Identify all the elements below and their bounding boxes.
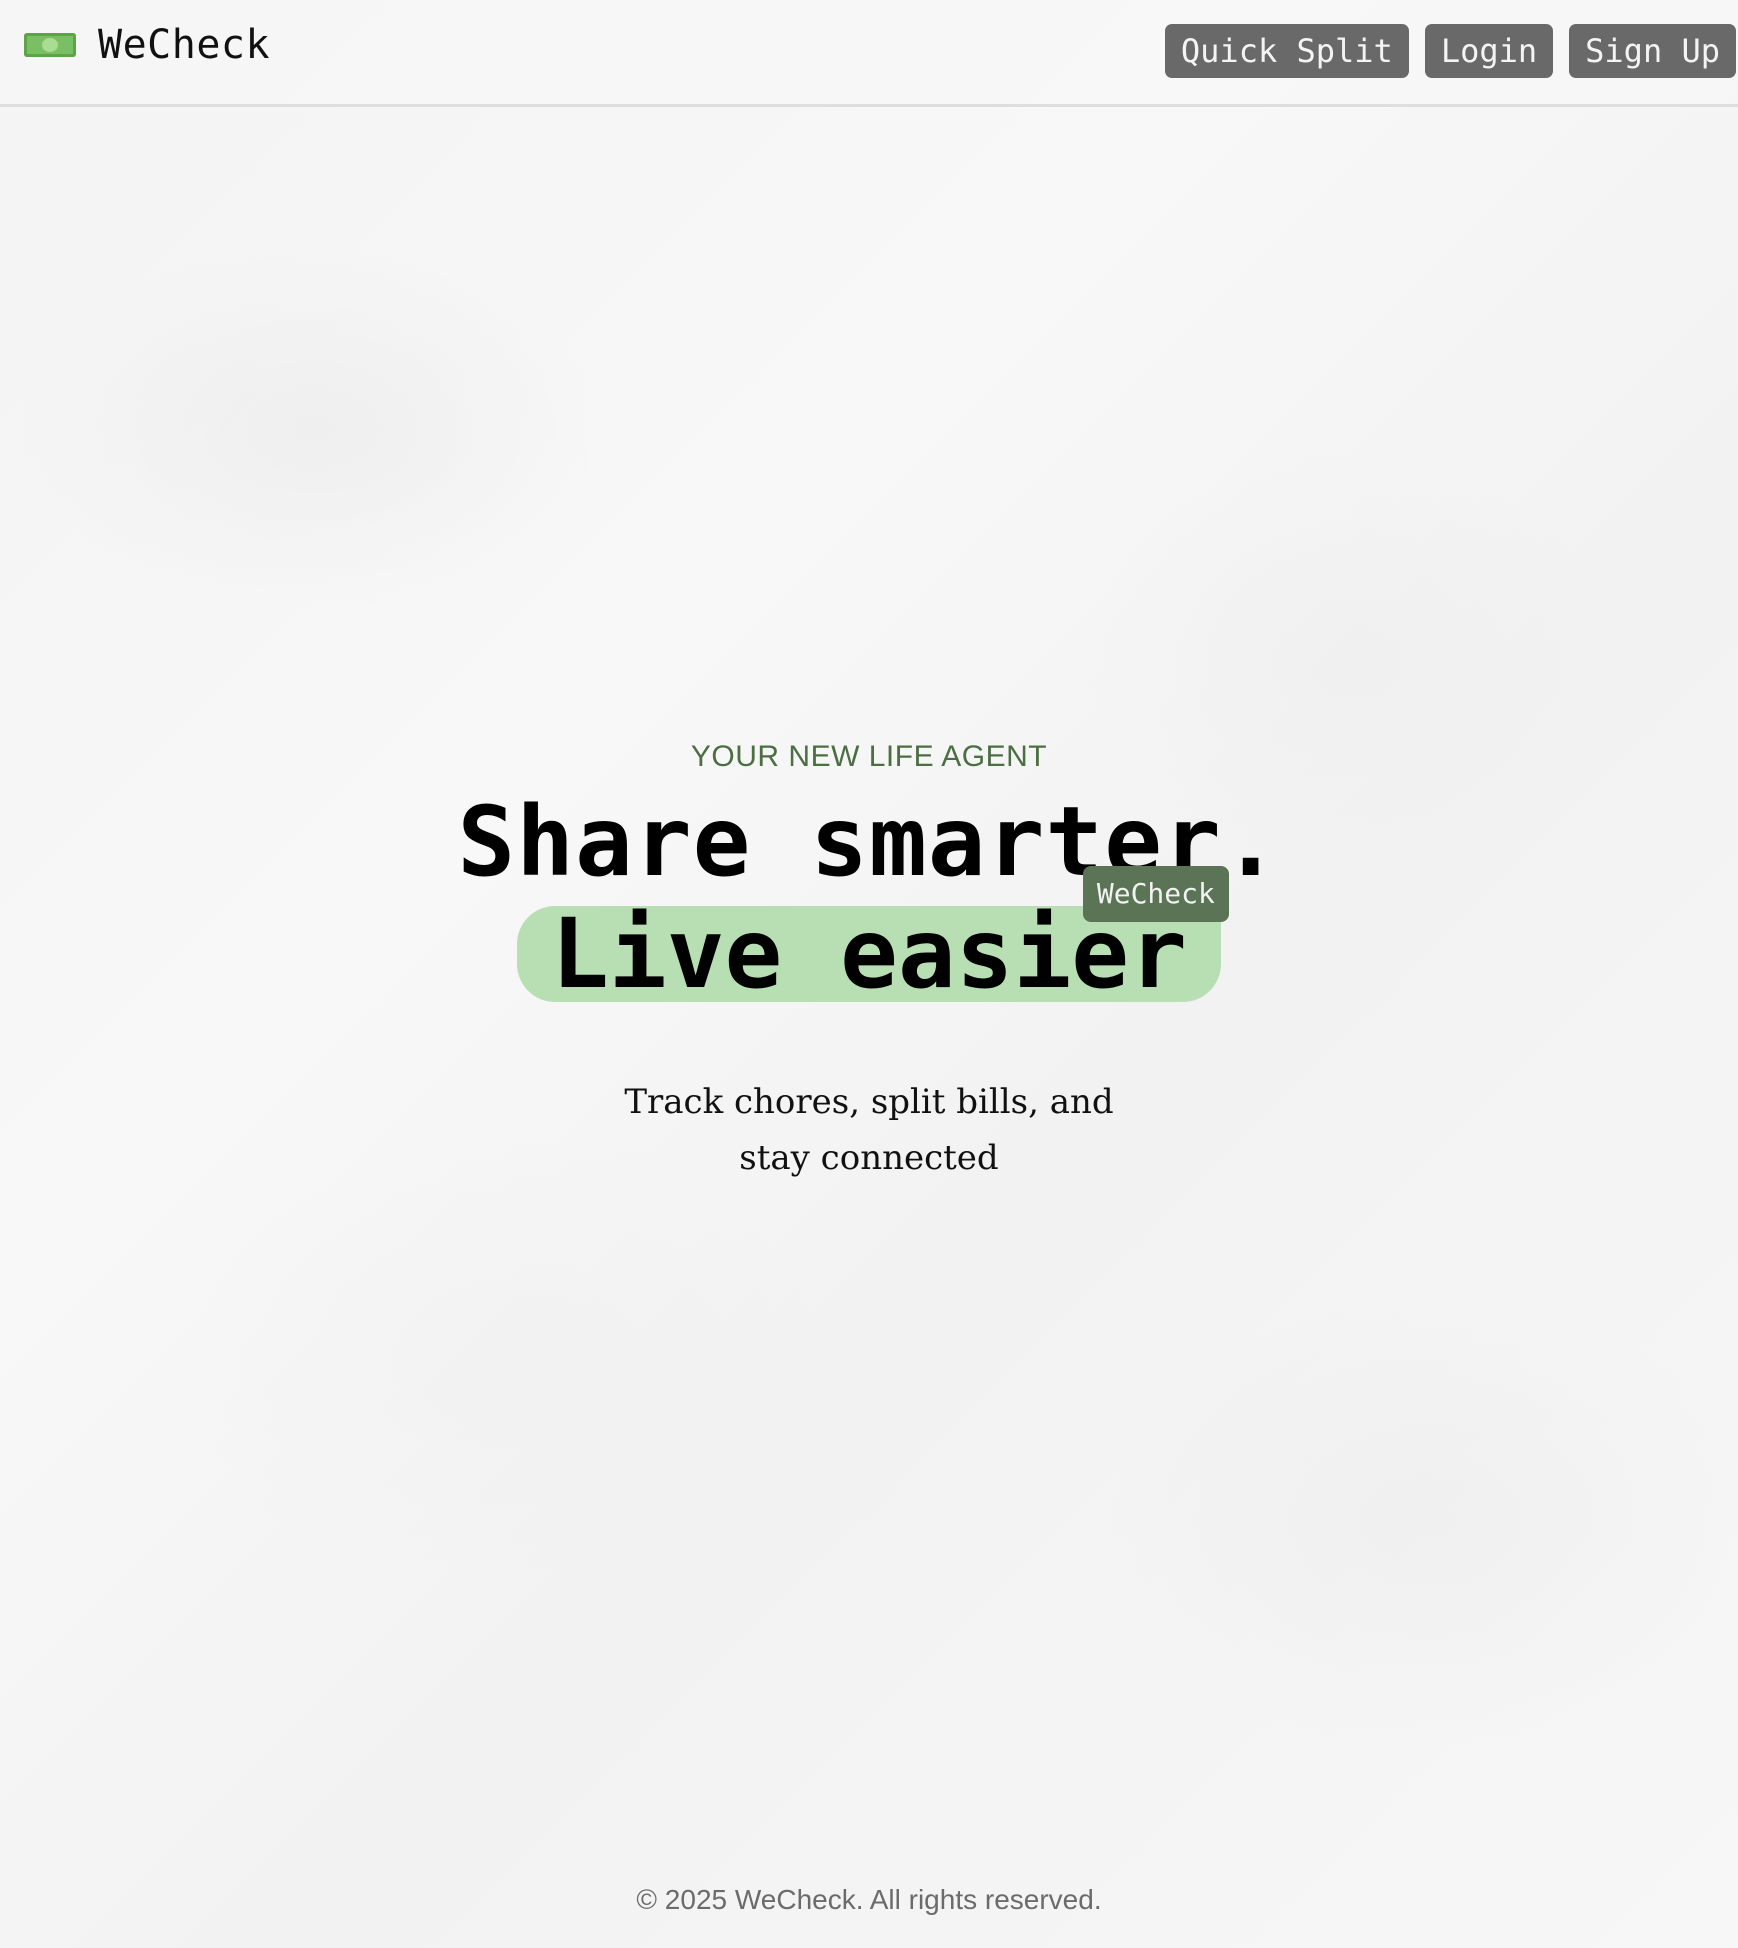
top-nav-bar: WeCheck Quick Split Login Sign Up [0,0,1738,107]
brand[interactable]: WeCheck [24,22,270,68]
sign-up-button[interactable]: Sign Up [1569,24,1736,78]
hero-section: YOUR NEW LIFE AGENT Share smarter. Live … [0,740,1738,1186]
quick-split-button[interactable]: Quick Split [1164,24,1409,78]
headline-line-1: Share smarter. [457,786,1281,898]
money-bill-icon [24,33,76,57]
nav-actions: Quick Split Login Sign Up [1164,24,1736,78]
headline-line-2-wrap: Live easier WeCheck [517,866,1229,1002]
hero-kicker: YOUR NEW LIFE AGENT [690,740,1048,773]
login-button[interactable]: Login [1424,24,1554,78]
footer-copyright: © 2025 WeCheck. All rights reserved. [636,1884,1102,1915]
hero-subtitle: Track chores, split bills, and stay conn… [624,1082,1114,1178]
wecheck-tag: WeCheck [1082,866,1229,922]
brand-name: WeCheck [98,22,271,68]
